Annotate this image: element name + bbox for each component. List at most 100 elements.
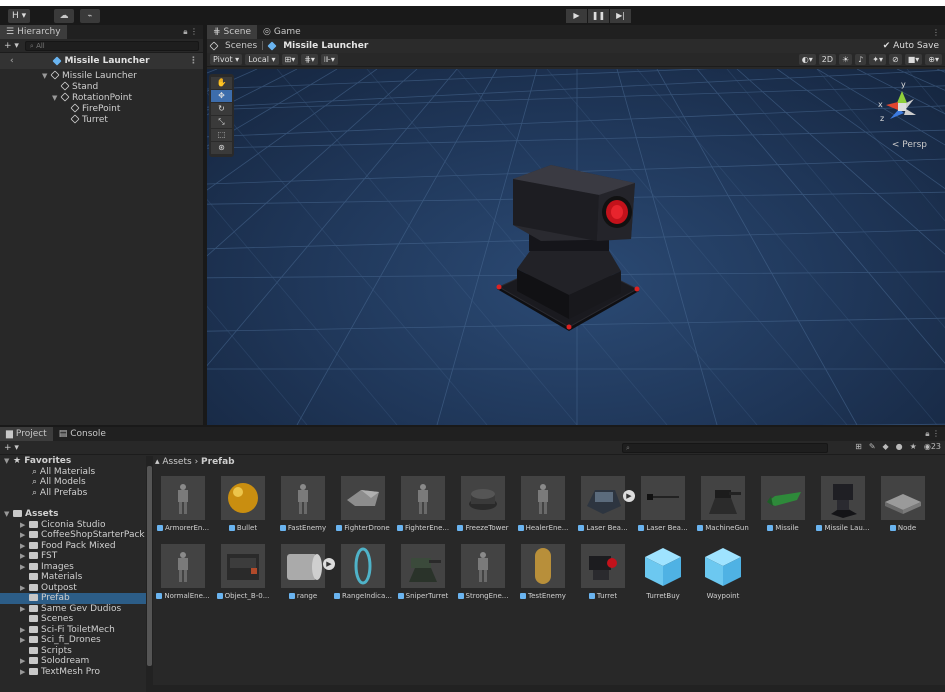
asset-item[interactable]: Laser Bea... bbox=[633, 476, 693, 532]
asset-thumbnail[interactable] bbox=[521, 544, 565, 588]
folder-item[interactable]: ▶ Sci_fi_Drones bbox=[0, 635, 146, 646]
transform-tool-icon[interactable]: ⊛ bbox=[211, 142, 232, 154]
breadcrumb-current[interactable]: Missile Launcher bbox=[283, 41, 368, 51]
asset-thumbnail[interactable] bbox=[821, 476, 865, 520]
hierarchy-search-input[interactable]: ⌕ All bbox=[24, 40, 199, 51]
asset-thumbnail[interactable] bbox=[701, 544, 745, 588]
shading-mode-icon[interactable]: ◐▾ bbox=[798, 54, 816, 65]
play-button[interactable]: ▶ bbox=[566, 9, 587, 23]
asset-item[interactable]: Bullet bbox=[213, 476, 273, 532]
asset-item[interactable]: FreezeTower bbox=[453, 476, 513, 532]
folder-item[interactable]: ▶ Images bbox=[0, 562, 146, 573]
folder-item[interactable]: ▶ Solodream bbox=[0, 656, 146, 667]
tab-console[interactable]: ▤ Console bbox=[53, 427, 112, 441]
favorite-item[interactable]: ⌕ All Models bbox=[0, 477, 146, 488]
folder-item[interactable]: ▶ Ciconia Studio bbox=[0, 520, 146, 531]
asset-item[interactable]: Node bbox=[873, 476, 933, 532]
star-icon[interactable]: ★ bbox=[910, 442, 917, 451]
folder-item[interactable]: ▶ FST bbox=[0, 551, 146, 562]
folder-item[interactable]: Scenes bbox=[0, 614, 146, 625]
asset-item[interactable]: ArmorerEn... bbox=[153, 476, 213, 532]
asset-thumbnail[interactable] bbox=[701, 476, 745, 520]
asset-thumbnail[interactable] bbox=[221, 544, 265, 588]
asset-thumbnail[interactable]: ▶ bbox=[581, 476, 635, 520]
grid-snap-icon[interactable]: ⋕▾ bbox=[301, 54, 318, 65]
folder-item[interactable]: ▶ Same Gev Dudios bbox=[0, 604, 146, 615]
add-dropdown[interactable]: + ▾ bbox=[4, 41, 19, 51]
asset-thumbnail[interactable] bbox=[521, 476, 565, 520]
asset-item[interactable]: TurretBuy bbox=[633, 544, 693, 600]
asset-thumbnail[interactable] bbox=[401, 476, 445, 520]
asset-item[interactable]: StrongEne... bbox=[453, 544, 513, 600]
more-icon[interactable]: ⋮ bbox=[932, 28, 945, 37]
asset-item[interactable]: FighterDrone bbox=[333, 476, 393, 532]
tab-game[interactable]: ◎ Game bbox=[257, 25, 307, 39]
asset-item[interactable]: Missile Lau... bbox=[813, 476, 873, 532]
asset-thumbnail[interactable] bbox=[581, 544, 625, 588]
asset-item[interactable]: MachineGun bbox=[693, 476, 753, 532]
collab-icon[interactable]: ⌁ bbox=[80, 9, 100, 23]
audio-icon[interactable]: ♪ bbox=[855, 54, 867, 65]
local-dropdown[interactable]: Local ▾ bbox=[245, 54, 279, 65]
asset-thumbnail[interactable] bbox=[641, 476, 685, 520]
hierarchy-item[interactable]: Turret bbox=[0, 114, 203, 126]
folder-item[interactable]: Materials bbox=[0, 572, 146, 583]
asset-item[interactable]: RangeIndica... bbox=[333, 544, 393, 600]
asset-item[interactable]: Missile bbox=[753, 476, 813, 532]
visibility-icon[interactable]: ⊘ bbox=[889, 54, 902, 65]
asset-thumbnail[interactable] bbox=[281, 476, 325, 520]
hand-tool-icon[interactable]: ✋ bbox=[211, 77, 232, 89]
scene-viewport[interactable]: y x z ✋ ✥ ↻ ⤡ ⬚ ⊛ < Persp bbox=[207, 69, 945, 425]
asset-thumbnail[interactable] bbox=[761, 476, 805, 520]
asset-thumbnail[interactable] bbox=[161, 476, 205, 520]
content-scrollbar[interactable] bbox=[153, 685, 945, 692]
camera-icon[interactable]: ■▾ bbox=[904, 54, 923, 65]
breadcrumb-scenes[interactable]: Scenes bbox=[225, 41, 257, 51]
hierarchy-item[interactable]: Stand bbox=[0, 81, 203, 93]
folder-item[interactable]: Scripts bbox=[0, 646, 146, 657]
folder-item[interactable]: ▶ TextMesh Pro bbox=[0, 667, 146, 678]
asset-thumbnail[interactable] bbox=[461, 476, 505, 520]
tab-hierarchy[interactable]: ☰ Hierarchy bbox=[0, 25, 67, 39]
tab-project[interactable]: ▆ Project bbox=[0, 427, 53, 441]
asset-item[interactable]: HealerEne... bbox=[513, 476, 573, 532]
asset-thumbnail[interactable] bbox=[161, 544, 205, 588]
folder-item[interactable]: ▶ Sci-Fi ToiletMech bbox=[0, 625, 146, 636]
assets-header[interactable]: ▼ Assets bbox=[0, 509, 146, 520]
asset-thumbnail[interactable] bbox=[341, 476, 385, 520]
folder-item[interactable]: ▶ Outpost bbox=[0, 583, 146, 594]
lock-icon[interactable]: 🔒︎ ⋮ bbox=[183, 27, 203, 37]
tab-scene[interactable]: ⋕ Scene bbox=[207, 25, 257, 39]
lighting-icon[interactable]: ☀ bbox=[839, 54, 853, 65]
asset-item[interactable]: ▶ Laser Bea... bbox=[573, 476, 635, 532]
increment-snap-icon[interactable]: ⊪▾ bbox=[320, 54, 338, 65]
2d-toggle[interactable]: 2D bbox=[818, 54, 836, 65]
hierarchy-item[interactable]: FirePoint bbox=[0, 103, 203, 115]
hierarchy-item[interactable]: ▼ Missile Launcher bbox=[0, 70, 203, 82]
rect-tool-icon[interactable]: ⬚ bbox=[211, 129, 232, 141]
asset-item[interactable]: TestEnemy bbox=[513, 544, 573, 600]
asset-item[interactable]: Turret bbox=[573, 544, 633, 600]
asset-thumbnail[interactable] bbox=[641, 544, 685, 588]
asset-item[interactable]: FighterEne... bbox=[393, 476, 453, 532]
warning-icon[interactable]: ● bbox=[896, 442, 903, 451]
hierarchy-item[interactable]: ▼ RotationPoint bbox=[0, 92, 203, 104]
account-dropdown[interactable]: H ▾ bbox=[8, 9, 31, 23]
folder-item[interactable]: Prefab bbox=[0, 593, 146, 604]
filter-label-icon[interactable]: ✎ bbox=[869, 442, 876, 451]
tag-icon[interactable]: ◆ bbox=[883, 442, 889, 451]
asset-item[interactable]: NormalEne... bbox=[153, 544, 213, 600]
effects-icon[interactable]: ✦▾ bbox=[869, 54, 886, 65]
folder-item[interactable]: ▶ CoffeeShopStarterPack bbox=[0, 530, 146, 541]
asset-thumbnail[interactable] bbox=[341, 544, 385, 588]
rotate-tool-icon[interactable]: ↻ bbox=[211, 103, 232, 115]
add-dropdown[interactable]: + ▾ bbox=[4, 443, 19, 453]
hidden-count[interactable]: ◉23 bbox=[924, 442, 941, 451]
sidebar-scrollbar[interactable] bbox=[146, 456, 153, 692]
asset-thumbnail[interactable] bbox=[461, 544, 505, 588]
asset-item[interactable]: ▶ range bbox=[273, 544, 335, 600]
breadcrumb-prefab[interactable]: Prefab bbox=[201, 457, 235, 467]
snap-icon[interactable]: ⊞▾ bbox=[281, 54, 299, 65]
project-search-input[interactable]: ⌕ bbox=[622, 443, 828, 453]
folder-item[interactable]: ▶ Food Pack Mixed bbox=[0, 541, 146, 552]
